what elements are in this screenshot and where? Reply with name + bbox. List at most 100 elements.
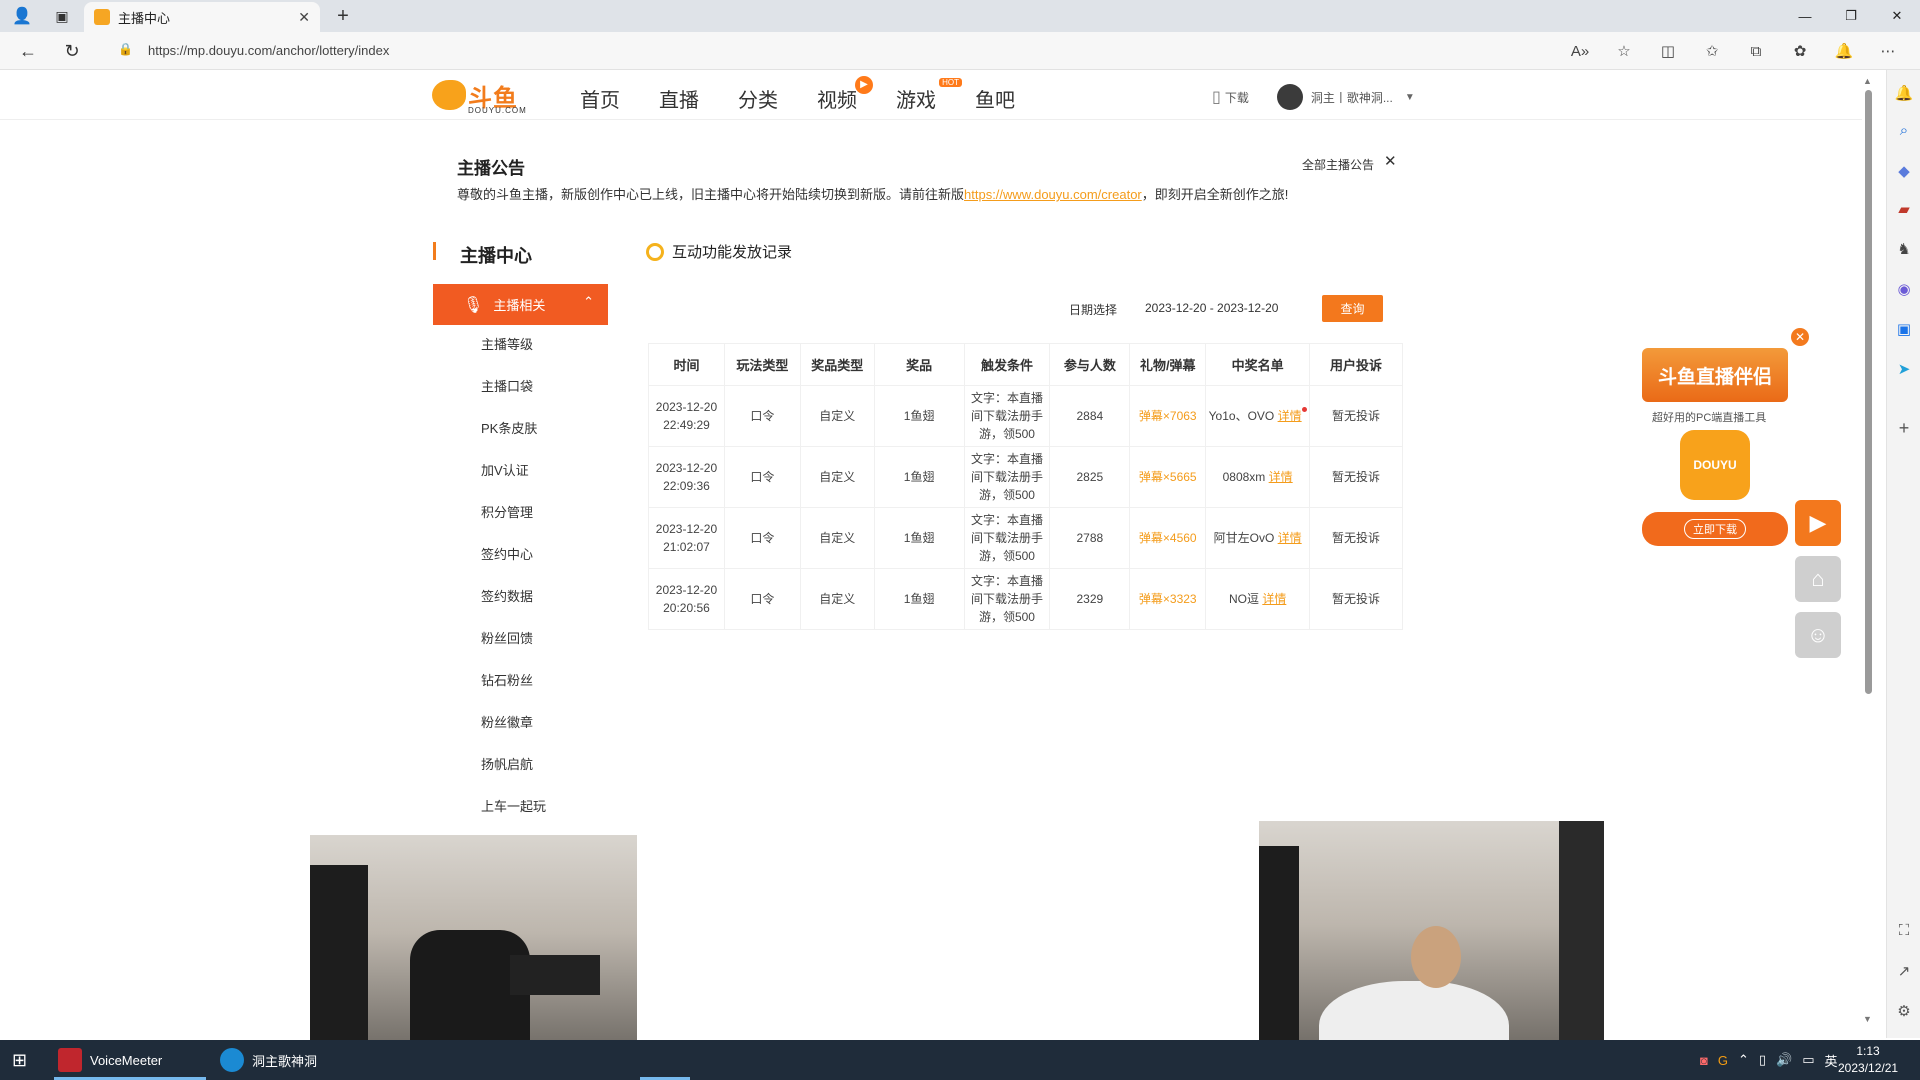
phone-icon[interactable]: ▯ bbox=[1212, 87, 1221, 107]
sidebar-item-fan-rewards[interactable]: 粉丝回馈 bbox=[481, 628, 546, 670]
copilot-icon[interactable]: ◉ bbox=[1887, 280, 1920, 298]
lock-icon[interactable]: 🔒 bbox=[118, 42, 133, 56]
col-complaints: 用户投诉 bbox=[1309, 343, 1403, 386]
tools-icon[interactable]: ▰ bbox=[1887, 200, 1920, 218]
bell-icon[interactable]: 🔔 bbox=[1887, 84, 1920, 102]
sidebar-item-diamond-fans[interactable]: 钻石粉丝 bbox=[481, 670, 546, 712]
download-link[interactable]: 下载 bbox=[1225, 89, 1249, 106]
nav-home[interactable]: 首页 bbox=[580, 84, 620, 113]
promo-banner[interactable]: 斗鱼直播伴侣 bbox=[1642, 348, 1788, 402]
extensions-icon[interactable]: ✿ bbox=[1778, 42, 1822, 60]
screenshot-icon[interactable]: ⛶ bbox=[1887, 922, 1920, 939]
promo-download-button[interactable]: 立即下载 bbox=[1642, 512, 1788, 546]
douyu-logo[interactable]: 斗鱼 DOUYU.COM bbox=[432, 78, 526, 115]
restore-button[interactable]: ❐ bbox=[1828, 0, 1874, 32]
scroll-thumb[interactable] bbox=[1865, 90, 1872, 694]
windows-start-icon[interactable]: ⊞ bbox=[12, 1050, 27, 1071]
home-icon[interactable]: ⌂ bbox=[1795, 556, 1841, 602]
close-icon[interactable]: ✕ bbox=[1384, 152, 1397, 170]
scroll-down-arrow[interactable]: ▼ bbox=[1863, 1014, 1872, 1024]
all-notices-link[interactable]: 全部主播公告 bbox=[1302, 156, 1374, 173]
nav-games[interactable]: 游戏 HOT bbox=[896, 78, 962, 113]
page-scrollbar[interactable]: ▲ ▼ bbox=[1862, 76, 1874, 1026]
chevron-up-icon[interactable]: ⌃ bbox=[583, 294, 594, 310]
nav-category[interactable]: 分类 bbox=[738, 84, 778, 113]
shopping-icon[interactable]: ◆ bbox=[1887, 162, 1920, 180]
collections-icon[interactable]: ⧉ bbox=[1734, 43, 1778, 60]
send-icon[interactable]: ➤ bbox=[1887, 360, 1920, 378]
menu-group-anchor[interactable]: 🎙 主播相关 ⌃ bbox=[433, 284, 608, 325]
query-button[interactable]: 查询 bbox=[1322, 295, 1383, 322]
tray-app-icon[interactable]: ◙ bbox=[1700, 1053, 1708, 1068]
nav-video[interactable]: 视频 ▶ bbox=[817, 76, 873, 113]
sidebar-item-points[interactable]: 积分管理 bbox=[481, 502, 546, 544]
date-range-picker[interactable]: 2023-12-20 - 2023-12-20 bbox=[1145, 301, 1278, 315]
taskbar-voicemeeter[interactable]: VoiceMeeter bbox=[58, 1040, 162, 1080]
detail-link[interactable]: 详情 bbox=[1278, 531, 1302, 545]
cell-condition: 文字：本直播 间下载法册手 游，领500 bbox=[963, 507, 1051, 569]
sidebar-menu: 主播等级 主播口袋 PK条皮肤 加V认证 积分管理 签约中心 签约数据 粉丝回馈… bbox=[481, 334, 546, 838]
cell-prize: 1鱼翅 bbox=[873, 568, 965, 630]
cell-prize-type: 自定义 bbox=[799, 568, 875, 630]
sidebar-item-sail[interactable]: 扬帆启航 bbox=[481, 754, 546, 796]
chevron-down-icon[interactable]: ▼ bbox=[1405, 92, 1415, 103]
col-winners: 中奖名单 bbox=[1205, 343, 1311, 386]
table-row: 2023-12-20 22:49:29 口令 自定义 1鱼翅 文字：本直播 间下载法… bbox=[648, 385, 1403, 447]
favorite-star-icon[interactable]: ☆ bbox=[1602, 42, 1646, 60]
add-icon[interactable]: + bbox=[1887, 418, 1920, 439]
section-title: 互动功能发放记录 bbox=[646, 241, 792, 262]
douyu-app-icon[interactable]: DOUYU bbox=[1680, 430, 1750, 500]
sidebar-item-verify[interactable]: 加V认证 bbox=[481, 460, 546, 502]
search-icon[interactable]: ⌕ bbox=[1887, 122, 1920, 139]
minimize-button[interactable]: — bbox=[1782, 0, 1828, 32]
detail-link[interactable]: 详情 bbox=[1269, 470, 1293, 484]
split-screen-icon[interactable]: ◫ bbox=[1646, 42, 1690, 60]
sidebar-item-pocket[interactable]: 主播口袋 bbox=[481, 376, 546, 418]
promo-close-icon[interactable]: ✕ bbox=[1791, 328, 1809, 346]
sidebar-item-contract-data[interactable]: 签约数据 bbox=[481, 586, 546, 628]
taskbar-app-label: 洞主歌神洞 bbox=[252, 1053, 318, 1069]
back-icon[interactable]: ← bbox=[8, 32, 48, 70]
avatar[interactable] bbox=[1276, 84, 1303, 110]
col-prize: 奖品 bbox=[873, 343, 965, 386]
tray-g-icon[interactable]: G bbox=[1718, 1053, 1728, 1068]
video-play-icon[interactable]: ▶ bbox=[1795, 500, 1841, 546]
tray-network-icon[interactable]: ▭ bbox=[1802, 1052, 1814, 1068]
nav-live[interactable]: 直播 bbox=[659, 84, 699, 113]
sidebar-item-contract[interactable]: 签约中心 bbox=[481, 544, 546, 586]
cell-participants: 2884 bbox=[1049, 385, 1131, 447]
favorites-icon[interactable]: ✩ bbox=[1690, 42, 1734, 60]
url-field[interactable]: https://mp.douyu.com/anchor/lottery/inde… bbox=[148, 43, 389, 58]
tray-battery-icon[interactable]: ▯ bbox=[1759, 1052, 1766, 1068]
external-link-icon[interactable]: ↗ bbox=[1887, 962, 1920, 980]
robot-icon[interactable]: ☺ bbox=[1795, 612, 1841, 658]
refresh-icon[interactable]: ↻ bbox=[52, 32, 92, 70]
detail-link[interactable]: 详情 bbox=[1278, 409, 1302, 423]
creator-link[interactable]: https://www.douyu.com/creator bbox=[964, 187, 1142, 202]
sidebar-item-level[interactable]: 主播等级 bbox=[481, 334, 546, 376]
notifications-icon[interactable]: 🔔 bbox=[1822, 42, 1866, 60]
detail-link[interactable]: 详情 bbox=[1262, 592, 1286, 606]
sidebar-item-play-together[interactable]: 上车一起玩 bbox=[481, 796, 546, 838]
taskbar-clock[interactable]: 1:13 2023/12/21 bbox=[1838, 1043, 1898, 1077]
new-tab-button[interactable]: + bbox=[328, 2, 358, 30]
nav-yuba[interactable]: 鱼吧 bbox=[975, 84, 1015, 113]
sidebar-item-pk-skin[interactable]: PK条皮肤 bbox=[481, 418, 546, 460]
taskbar-edge[interactable]: 洞主歌神洞 bbox=[220, 1040, 317, 1080]
read-aloud-icon[interactable]: A» bbox=[1558, 43, 1602, 60]
profile-icon[interactable]: 👤 bbox=[0, 0, 44, 32]
settings-icon[interactable]: ⚙ bbox=[1887, 1002, 1920, 1020]
more-menu-icon[interactable]: ⋯ bbox=[1866, 42, 1910, 60]
games-icon[interactable]: ♞ bbox=[1887, 240, 1920, 258]
sidebar-item-fan-badge[interactable]: 粉丝徽章 bbox=[481, 712, 546, 754]
close-window-button[interactable]: ✕ bbox=[1874, 0, 1920, 32]
ime-indicator[interactable]: 英 bbox=[1825, 1051, 1838, 1070]
tab-close-icon[interactable]: ✕ bbox=[298, 9, 310, 26]
tray-volume-icon[interactable]: 🔊 bbox=[1776, 1052, 1792, 1068]
outlook-icon[interactable]: ▣ bbox=[1887, 320, 1920, 338]
tab-actions-icon[interactable]: ▣ bbox=[44, 0, 80, 32]
browser-tab[interactable]: 主播中心 ✕ bbox=[84, 2, 320, 32]
username[interactable]: 洞主丨歌神洞... bbox=[1311, 89, 1393, 106]
tray-chevron-icon[interactable]: ⌃ bbox=[1738, 1052, 1749, 1068]
scroll-up-arrow[interactable]: ▲ bbox=[1863, 76, 1872, 86]
